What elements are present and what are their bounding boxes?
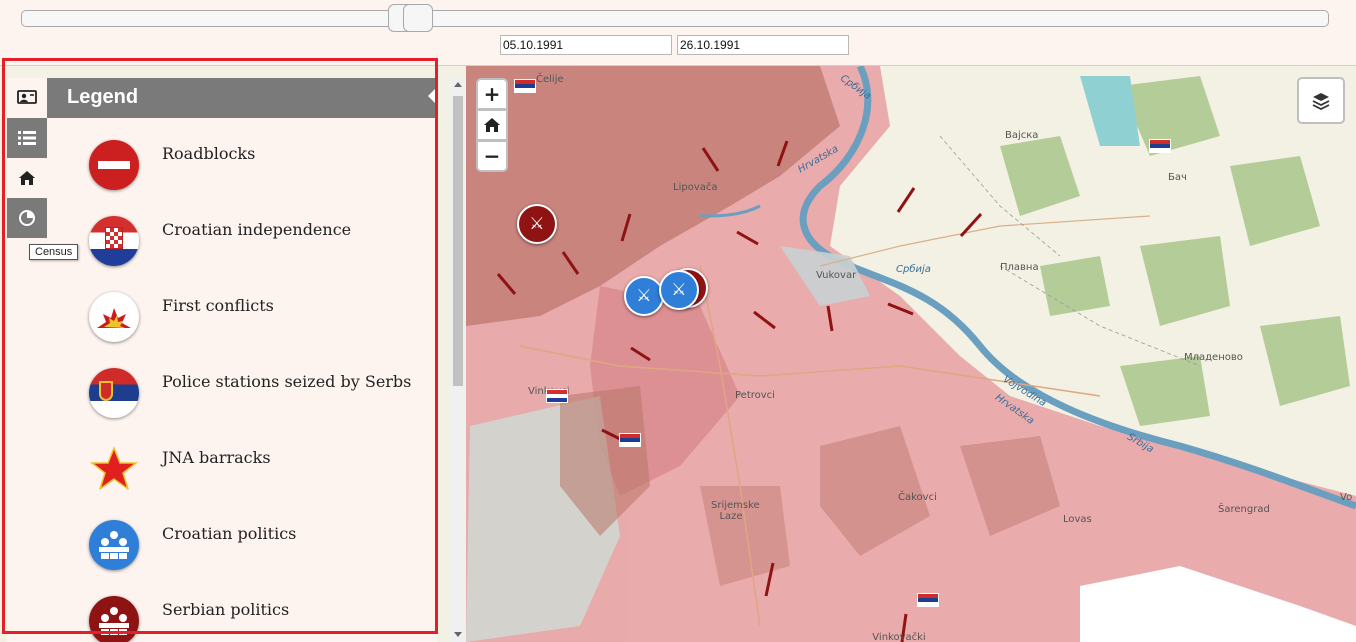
layers-icon	[1312, 92, 1330, 110]
census-tooltip: Census	[29, 244, 79, 260]
zoom-in-button[interactable]: +	[476, 78, 508, 110]
scroll-down-arrow-icon[interactable]	[454, 632, 462, 637]
place-label: Vo	[1340, 492, 1353, 503]
place-label: Čakovci	[898, 492, 937, 503]
tab-census[interactable]	[7, 198, 47, 238]
start-date-input[interactable]	[500, 35, 672, 55]
legend-item: First conflicts	[89, 292, 429, 344]
home-icon	[19, 171, 35, 185]
explosion-icon	[89, 292, 139, 342]
place-label: Srijemske Laze	[711, 500, 760, 522]
scroll-up-arrow-icon[interactable]	[454, 82, 462, 87]
place-label: Вајска	[1005, 130, 1039, 141]
legend-label: Croatian politics	[162, 524, 297, 543]
home-view-button[interactable]	[476, 109, 508, 141]
list-icon	[18, 131, 36, 145]
place-label: Lovas	[1063, 514, 1092, 525]
legend-label: First conflicts	[162, 296, 274, 315]
no-entry-icon	[89, 140, 139, 190]
serbia-flag-icon[interactable]	[620, 434, 640, 446]
legend-item: Croatian politics	[89, 520, 429, 572]
place-label: Šarengrad	[1218, 504, 1270, 515]
serbia-flag-icon[interactable]	[515, 80, 535, 92]
river-label: Србија	[896, 264, 931, 275]
legend-header: Legend	[47, 78, 437, 118]
legend-panel: Legend Roadblocks Croatian independence	[47, 78, 437, 642]
slider-end-handle[interactable]	[403, 4, 433, 32]
legend-label: Serbian politics	[162, 600, 290, 619]
legend-item: Croatian independence	[89, 216, 429, 268]
legend-item: Serbian politics	[89, 596, 429, 642]
red-meeting-icon	[89, 596, 139, 642]
place-label: Бач	[1168, 172, 1187, 183]
serbia-flag-icon	[89, 368, 139, 418]
weapons-marker-icon[interactable]: ⚔	[517, 204, 557, 244]
place-label: Petrovci	[735, 390, 775, 401]
legend-scrollbar[interactable]	[450, 78, 466, 642]
legend-item: JNA barracks	[89, 444, 429, 496]
collapse-icon[interactable]	[428, 89, 435, 103]
legend-item: Roadblocks	[89, 140, 429, 192]
blue-meeting-icon	[89, 520, 139, 570]
serbia-flag-icon[interactable]	[1150, 140, 1170, 152]
legend-icon	[17, 90, 37, 104]
tab-legend[interactable]	[7, 78, 47, 118]
legend-title: Legend	[67, 86, 139, 108]
legend-label: JNA barracks	[162, 448, 271, 467]
sidebar-tabs	[7, 78, 47, 642]
legend-label: Police stations seized by Serbs	[162, 372, 412, 391]
place-label: Плавна	[1000, 262, 1039, 273]
home-icon	[484, 118, 500, 132]
layers-button[interactable]	[1297, 77, 1345, 124]
legend-label: Croatian independence	[162, 220, 352, 239]
end-date-input[interactable]	[677, 35, 849, 55]
weapons-marker-icon[interactable]: ⚔	[659, 270, 699, 310]
legend-item: Police stations seized by Serbs	[89, 368, 429, 420]
place-label: Čelije	[536, 74, 564, 85]
place-label: Младеново	[1184, 352, 1243, 363]
scroll-thumb[interactable]	[453, 96, 463, 386]
tab-home[interactable]	[7, 158, 47, 198]
croatia-flag-icon[interactable]	[547, 390, 567, 402]
timeline-bar	[0, 0, 1356, 66]
red-star-icon	[89, 444, 139, 494]
date-range-slider[interactable]	[21, 10, 1329, 27]
serbia-flag-icon[interactable]	[918, 594, 938, 606]
croatia-flag-icon	[89, 216, 139, 266]
legend-label: Roadblocks	[162, 144, 256, 163]
zoom-out-button[interactable]: −	[476, 140, 508, 172]
tab-list[interactable]	[7, 118, 47, 158]
place-label: Lipovača	[673, 182, 718, 193]
place-label: Vinkovački Banovci	[872, 632, 926, 642]
sidebar: Legend Roadblocks Croatian independence	[0, 58, 466, 642]
weapons-marker-icon[interactable]: ⚔	[624, 276, 664, 316]
pie-chart-icon	[19, 210, 35, 226]
place-label: Vukovar	[816, 270, 857, 281]
